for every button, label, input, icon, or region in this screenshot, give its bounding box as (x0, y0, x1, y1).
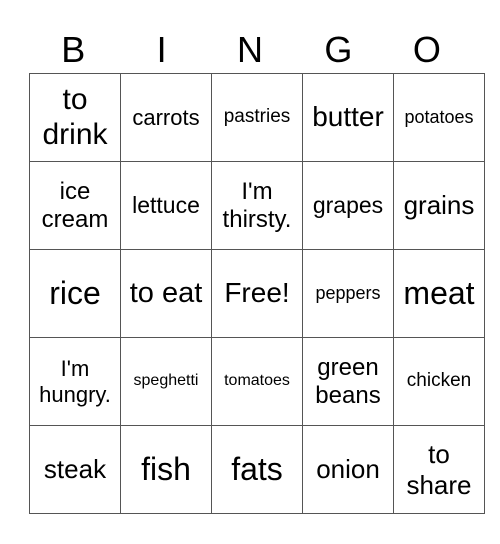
free-space-cell[interactable]: Free! (211, 249, 303, 338)
bingo-row: steak fish fats onion to share (29, 425, 485, 514)
bingo-cell[interactable]: to eat (120, 249, 212, 338)
bingo-cell[interactable]: I'm hungry. (29, 337, 121, 426)
bingo-header: B I N G O (29, 30, 471, 70)
bingo-cell[interactable]: meat (393, 249, 485, 338)
bingo-cell[interactable]: grains (393, 161, 485, 250)
bingo-cell[interactable]: grapes (302, 161, 394, 250)
bingo-cell[interactable]: lettuce (120, 161, 212, 250)
bingo-row: ice cream lettuce I'm thirsty. grapes grains (29, 161, 485, 250)
bingo-cell[interactable]: speghetti (120, 337, 212, 426)
bingo-cell[interactable]: tomatoes (211, 337, 303, 426)
bingo-row: I'm hungry. speghetti tomatoes green beans c… (29, 337, 485, 426)
bingo-row: rice to eat Free! peppers meat (29, 249, 485, 338)
header-letter-n: N (237, 29, 264, 70)
bingo-cell[interactable]: onion (302, 425, 394, 514)
bingo-row: to drink carrots pastries butter potatoes (29, 73, 485, 162)
header-letter-o: O (412, 29, 441, 70)
bingo-cell[interactable]: potatoes (393, 73, 485, 162)
header-letter-b: B (61, 29, 86, 70)
bingo-cell[interactable]: I'm thirsty. (211, 161, 303, 250)
bingo-cell[interactable]: to drink (29, 73, 121, 162)
bingo-cell[interactable]: fats (211, 425, 303, 514)
header-letter-g: G (324, 29, 353, 70)
bingo-cell[interactable]: pastries (211, 73, 303, 162)
bingo-cell[interactable]: carrots (120, 73, 212, 162)
bingo-cell[interactable]: to share (393, 425, 485, 514)
header-letter-i: I (156, 29, 167, 70)
bingo-cell[interactable]: peppers (302, 249, 394, 338)
bingo-cell[interactable]: butter (302, 73, 394, 162)
bingo-cell[interactable]: steak (29, 425, 121, 514)
bingo-cell[interactable]: fish (120, 425, 212, 514)
bingo-grid: to drink carrots pastries butter potatoes ice… (29, 73, 485, 514)
bingo-cell[interactable]: chicken (393, 337, 485, 426)
bingo-cell[interactable]: rice (29, 249, 121, 338)
bingo-cell[interactable]: ice cream (29, 161, 121, 250)
bingo-cell[interactable]: green beans (302, 337, 394, 426)
